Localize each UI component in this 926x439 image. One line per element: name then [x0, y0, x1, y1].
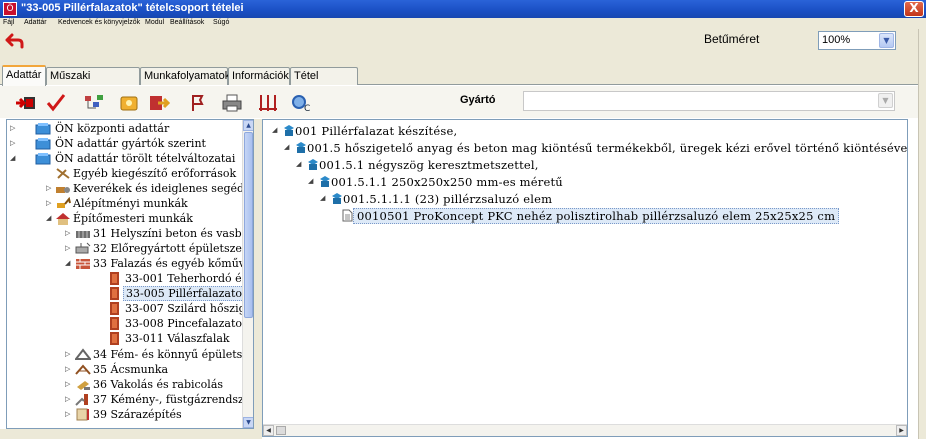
mixer-icon: [56, 187, 70, 193]
window-edge: [918, 29, 926, 439]
export-icon: [149, 95, 170, 110]
expand-icon[interactable]: ▷: [65, 362, 73, 377]
close-button[interactable]: X: [904, 1, 924, 17]
database-icon: [35, 123, 51, 135]
chevron-down-icon[interactable]: ▼: [879, 33, 894, 48]
scroll-up-icon[interactable]: ▲: [243, 120, 253, 131]
left-vertical-scrollbar[interactable]: ▲ ▼: [242, 120, 253, 428]
flag-icon: [191, 94, 204, 111]
font-size-label: Betűméret: [704, 32, 760, 46]
back-arrow-icon: [5, 33, 24, 49]
search-button[interactable]: C: [287, 90, 314, 115]
import-icon: [15, 96, 35, 109]
menu-file[interactable]: Fájl: [3, 18, 14, 28]
bottom-strip: [0, 429, 262, 439]
brick-icon: [110, 272, 119, 285]
tab-tetel-normak[interactable]: Tétel normák: [290, 67, 358, 98]
expand-icon[interactable]: ▷: [10, 136, 18, 151]
import-button[interactable]: [12, 90, 39, 115]
house-icon: [56, 213, 70, 225]
database-icon: [35, 153, 51, 165]
expand-icon[interactable]: ▷: [65, 407, 73, 422]
expand-icon[interactable]: ▷: [65, 377, 73, 392]
back-button[interactable]: [5, 32, 25, 52]
collapse-icon[interactable]: ◢: [10, 151, 18, 166]
scroll-thumb[interactable]: [244, 132, 253, 318]
print-button[interactable]: [218, 90, 245, 115]
chimney-icon: [75, 394, 88, 406]
expand-icon[interactable]: ▷: [65, 392, 73, 407]
app-icon: Ö: [3, 2, 17, 16]
excavator-icon: [57, 197, 71, 208]
collapse-icon[interactable]: ◢: [272, 123, 280, 138]
scroll-right-icon[interactable]: ▶: [896, 425, 907, 436]
chevron-down-icon[interactable]: ▼: [878, 93, 893, 108]
checkmark-icon: [46, 93, 65, 111]
toolbar: C Gyártó ▼: [0, 86, 918, 118]
expand-icon[interactable]: ▷: [10, 121, 18, 136]
printer-icon: [222, 94, 241, 111]
wall-icon: [76, 259, 90, 269]
database-icon: [35, 138, 51, 150]
svg-text:C: C: [304, 104, 310, 113]
font-size-select[interactable]: 100% ▼: [818, 31, 896, 50]
menu-beallitasok[interactable]: Beállítások: [170, 18, 204, 28]
concrete-icon: [76, 231, 90, 238]
export-button[interactable]: [145, 90, 172, 115]
brick-icon: [110, 287, 119, 300]
expand-icon[interactable]: ▷: [65, 226, 73, 241]
window-title: "33-005 Pillérfalazatok" tételcsoport té…: [21, 2, 244, 14]
expand-icon[interactable]: ▷: [46, 196, 54, 211]
search-c-icon: C: [291, 94, 310, 113]
collapse-icon[interactable]: ◢: [284, 140, 292, 155]
metal-icon: [75, 348, 91, 360]
expand-icon[interactable]: ▷: [65, 241, 73, 256]
gyarto-label: Gyártó: [460, 94, 496, 106]
plaster-icon: [77, 381, 90, 390]
collapse-icon[interactable]: ◢: [65, 256, 73, 271]
gyarto-select[interactable]: ▼: [523, 91, 895, 111]
item-tree[interactable]: ◢ 001 Pillérfalazat készítése, ◢ 001.5 h…: [262, 119, 908, 437]
select-button[interactable]: [42, 90, 69, 115]
drywall-icon: [76, 408, 89, 421]
menu-sugo[interactable]: Súgó: [213, 18, 229, 28]
menu-adattar[interactable]: Adattár: [24, 18, 47, 28]
collapse-icon[interactable]: ◢: [46, 211, 54, 226]
tab-bar: Adattár Műszaki jellemzők Munkafolyamato…: [0, 65, 918, 98]
hierarchy-icon: [84, 94, 103, 108]
chart-button[interactable]: [80, 90, 107, 115]
brick-icon: [110, 302, 119, 315]
scroll-thumb[interactable]: [276, 426, 286, 435]
menu-bar: Fájl Adattár Kedvencek és könyvjelzők Mo…: [0, 18, 926, 29]
top-bar: Betűméret 100% ▼: [0, 29, 926, 65]
favorites-button[interactable]: [115, 90, 142, 115]
menu-modul[interactable]: Modul: [145, 18, 164, 28]
title-bar: Ö "33-005 Pillérfalazatok" tételcsoport …: [0, 0, 926, 18]
collapse-icon[interactable]: ◢: [308, 174, 316, 189]
tools-icon: [56, 168, 70, 179]
norm-button[interactable]: [184, 90, 211, 115]
category-tree[interactable]: ▷ ÖN központi adattár ▷ ÖN adattár gyárt…: [6, 119, 254, 429]
scroll-left-icon[interactable]: ◀: [263, 425, 274, 436]
roof-icon: [75, 364, 91, 375]
collapse-icon[interactable]: ◢: [296, 157, 304, 172]
prefab-icon: [75, 242, 91, 254]
menu-kedvencek[interactable]: Kedvencek és könyvjelzők: [58, 18, 140, 28]
brick-icon: [110, 317, 119, 330]
tab-informaciok[interactable]: Információk: [228, 67, 290, 85]
scroll-down-icon[interactable]: ▼: [243, 417, 253, 428]
tab-muszaki-jellemzok[interactable]: Műszaki jellemzők: [46, 67, 140, 98]
pane-splitter[interactable]: [254, 119, 262, 439]
right-horizontal-scrollbar[interactable]: ◀ ▶: [263, 424, 907, 436]
measure-button[interactable]: [254, 90, 281, 115]
folder-star-icon: [120, 96, 137, 110]
expand-icon[interactable]: ▷: [46, 181, 54, 196]
dimension-icon: [258, 94, 277, 111]
tab-adattar[interactable]: Adattár: [2, 65, 46, 86]
tab-munkafolyamatok[interactable]: Munkafolyamatok: [140, 67, 230, 85]
collapse-icon[interactable]: ◢: [320, 191, 328, 206]
expand-icon[interactable]: ▷: [65, 347, 73, 362]
font-size-value: 100%: [822, 34, 851, 46]
brick-icon: [110, 332, 119, 345]
